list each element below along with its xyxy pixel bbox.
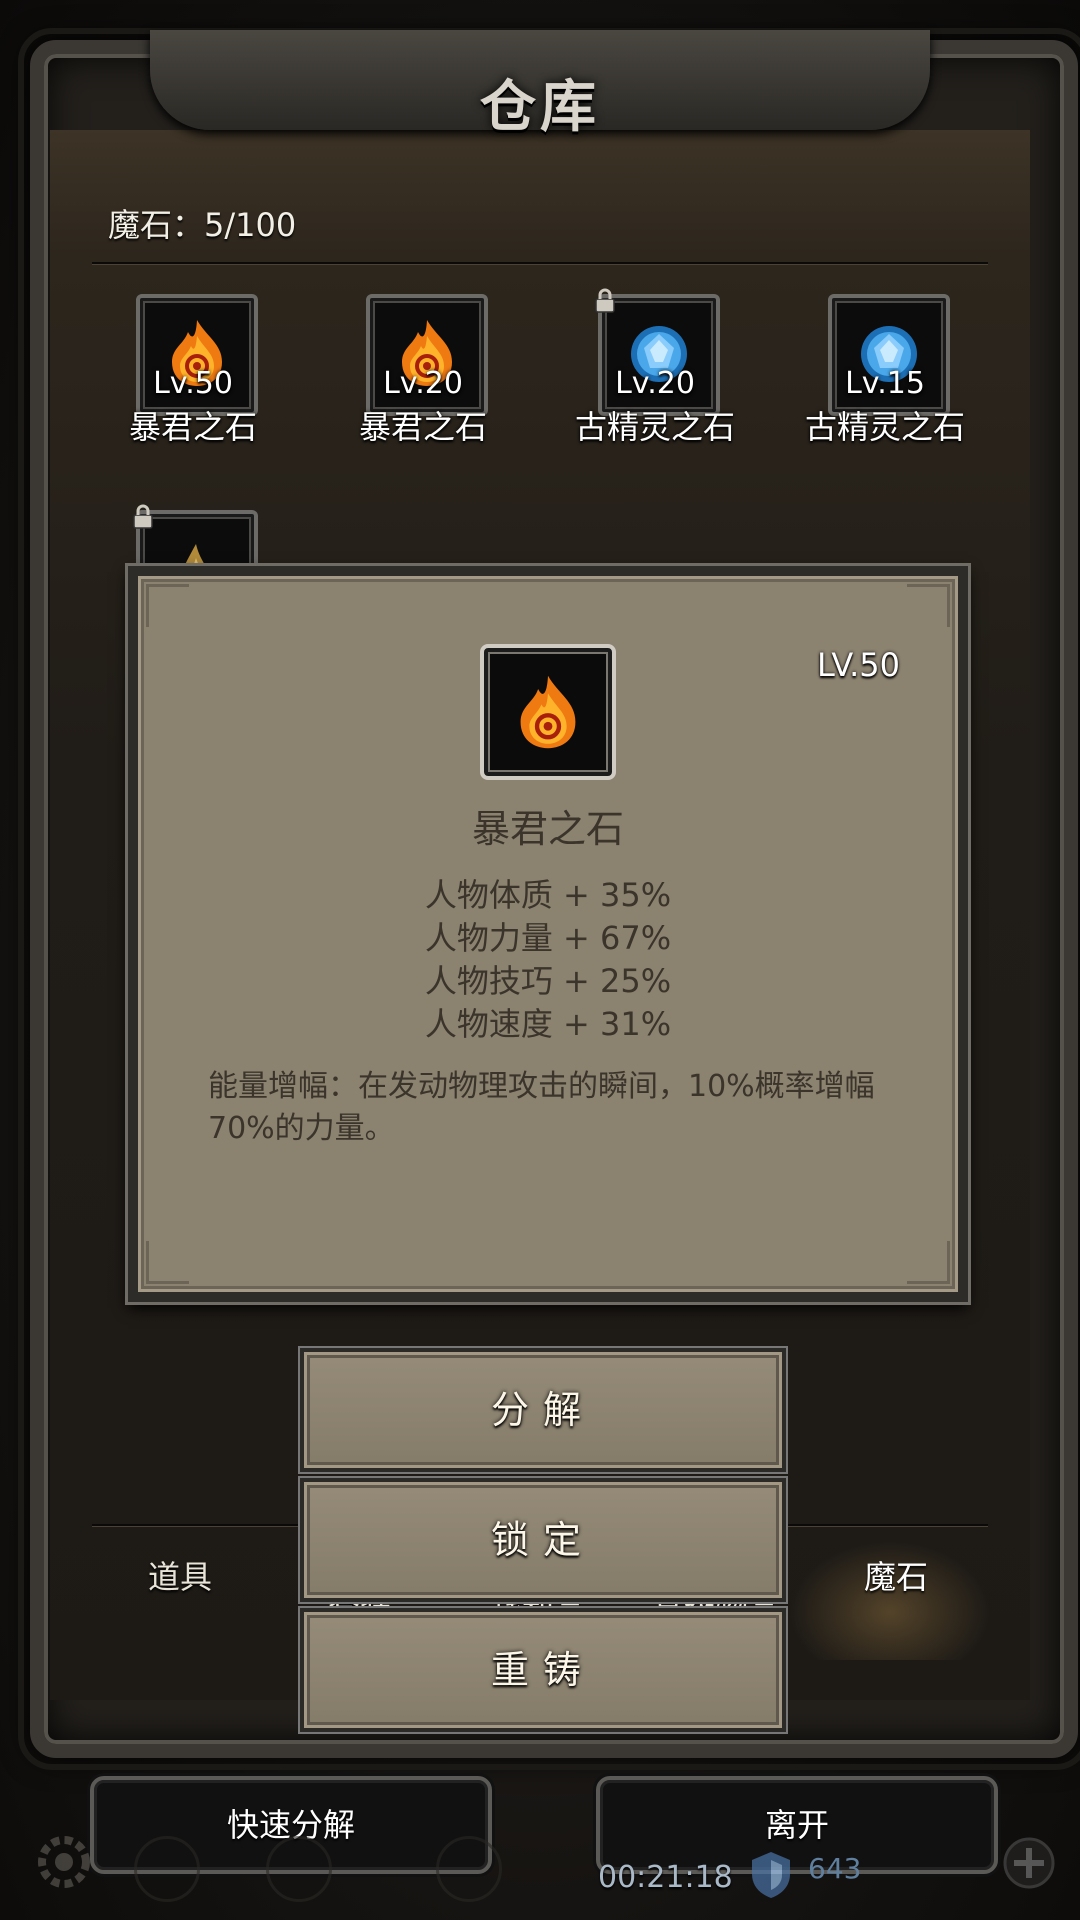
item-level: Lv.50 — [153, 366, 233, 401]
item-name: 古精灵之石 — [574, 408, 735, 446]
magic-stone-count: 魔石：5/100 — [108, 206, 297, 244]
item-slot[interactable]: Lv.15 古精灵之石 — [800, 294, 970, 446]
popup-corner — [907, 1241, 950, 1284]
reforge-button[interactable]: 重铸 — [300, 1608, 786, 1732]
shield-icon — [752, 1852, 790, 1898]
shield-count: 643 — [808, 1852, 862, 1885]
stat-technique: 人物技巧 + 25% — [424, 962, 672, 1000]
fire-stone-icon — [520, 675, 576, 749]
item-name: 暴君之石 — [128, 408, 257, 446]
page-title: 仓库 — [480, 74, 600, 140]
item-slot[interactable]: Lv.20 暴君之石 — [338, 294, 508, 446]
hud-menu-icon[interactable] — [134, 1836, 200, 1902]
stat-strength: 人物力量 + 67% — [424, 919, 672, 957]
detail-stats: 人物体质 + 35% 人物力量 + 67% 人物技巧 + 25% 人物速度 + … — [138, 874, 958, 1046]
item-detail-popup: LV.50 暴君之石 人物体质 + 35% 人物力量 + 67% 人物技巧 + … — [128, 566, 968, 1302]
popup-corner — [907, 584, 950, 627]
plus-icon[interactable] — [1002, 1836, 1056, 1890]
decompose-button[interactable]: 分解 — [300, 1348, 786, 1472]
detail-item-icon — [480, 644, 616, 780]
stat-speed: 人物速度 + 31% — [424, 1005, 672, 1043]
detail-description: 能量增幅：在发动物理攻击的瞬间，10%概率增幅70%的力量。 — [208, 1069, 875, 1146]
popup-corner — [146, 1241, 189, 1284]
lock-icon — [595, 288, 615, 313]
lock-icon — [133, 504, 153, 529]
lock-button[interactable]: 锁定 — [300, 1478, 786, 1602]
hud-menu-icon[interactable] — [266, 1836, 332, 1902]
detail-name: 暴君之石 — [471, 807, 624, 851]
item-level: Lv.20 — [615, 366, 695, 401]
item-level: Lv.20 — [383, 366, 463, 401]
gear-icon[interactable] — [30, 1828, 98, 1896]
stat-constitution: 人物体质 + 35% — [424, 876, 672, 914]
session-timer: 00:21:18 — [598, 1860, 733, 1895]
hud-menu-icon[interactable] — [436, 1836, 502, 1902]
top-divider — [92, 262, 988, 264]
tab-items[interactable]: 道具 — [148, 1552, 212, 1598]
detail-level: LV.50 — [817, 646, 900, 684]
item-name: 暴君之石 — [358, 408, 487, 446]
item-level: Lv.15 — [845, 366, 925, 401]
popup-corner — [146, 584, 189, 627]
item-name: 古精灵之石 — [804, 408, 965, 446]
item-slot[interactable]: Lv.50 暴君之石 — [108, 294, 278, 446]
tab-magic-stone[interactable]: 魔石 — [864, 1552, 928, 1598]
item-slot[interactable]: Lv.20 古精灵之石 — [570, 288, 740, 446]
